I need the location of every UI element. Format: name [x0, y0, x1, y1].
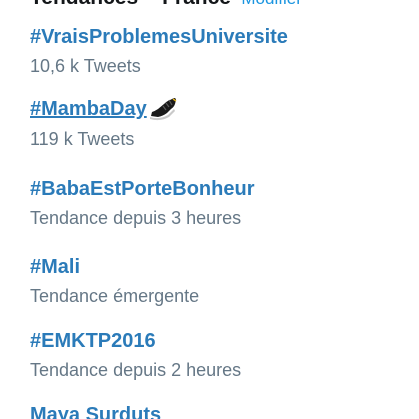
trend-name[interactable]: #VraisProblemesUniversite — [30, 25, 288, 49]
change-location-link[interactable]: Modifier — [241, 0, 301, 8]
trend-name[interactable]: #MambaDay — [30, 96, 179, 122]
trends-module: Tendances · France Modifier #VraisProble… — [0, 0, 419, 419]
trend-name[interactable]: Maya Surduts — [30, 403, 161, 419]
trend-item[interactable]: #VraisProblemesUniversite 10,6 k Tweets — [30, 25, 410, 78]
trend-tweet-count: 119 k Tweets — [30, 129, 135, 149]
trend-item[interactable]: #EMKTP2016 Tendance depuis 2 heures — [30, 329, 410, 382]
trend-status: Tendance émergente — [30, 286, 200, 306]
trend-item[interactable]: #MambaDay 119 k Tweets — [30, 96, 410, 151]
trend-item[interactable]: #Mali Tendance émergente — [30, 255, 410, 308]
basketball-shoe-icon — [149, 98, 177, 121]
trend-item[interactable]: #BabaEstPorteBonheur Tendance depuis 3 h… — [30, 177, 410, 230]
trends-header: Tendances · France Modifier — [30, 0, 302, 10]
header-separator: · — [147, 0, 154, 9]
trend-tweet-count: 10,6 k Tweets — [30, 56, 141, 76]
trend-status: Tendance depuis 3 heures — [30, 208, 242, 228]
trends-location: France — [162, 0, 231, 9]
trend-status: Tendance depuis 2 heures — [30, 360, 242, 380]
trends-title: Tendances — [30, 0, 138, 9]
trend-name[interactable]: #EMKTP2016 — [30, 329, 156, 353]
trend-name[interactable]: #Mali — [30, 255, 80, 279]
trend-item[interactable]: Maya Surduts — [30, 403, 410, 419]
trend-name[interactable]: #BabaEstPorteBonheur — [30, 177, 255, 201]
